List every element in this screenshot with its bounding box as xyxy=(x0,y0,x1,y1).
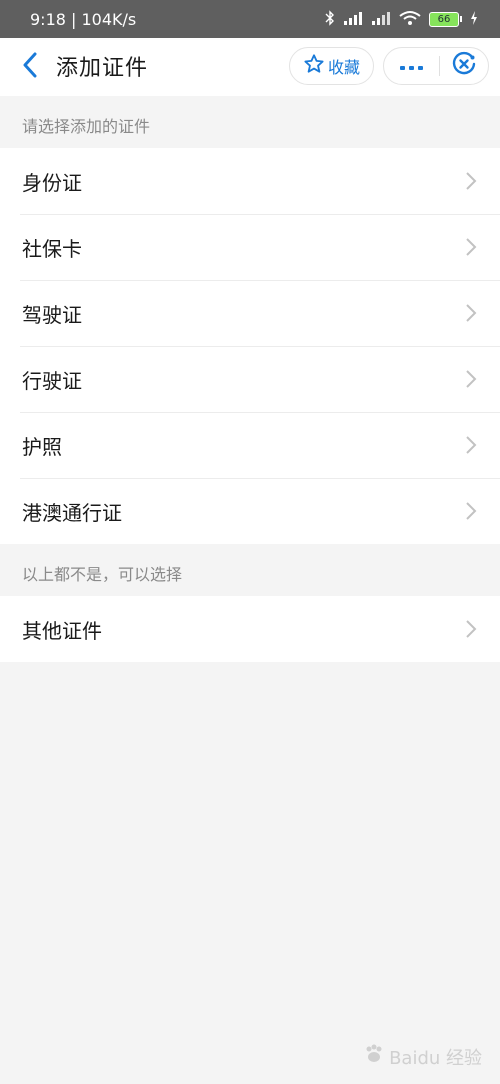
list-item-hk-macau-permit[interactable]: 港澳通行证 xyxy=(0,478,500,544)
watermark: Baidu 经验 xyxy=(363,1043,482,1070)
list-item-id-card[interactable]: 身份证 xyxy=(0,148,500,214)
list-item-other-documents[interactable]: 其他证件 xyxy=(0,596,500,662)
other-document-list: 其他证件 xyxy=(0,596,500,662)
chevron-left-icon xyxy=(22,52,38,82)
section-header-other: 以上都不是，可以选择 xyxy=(22,565,183,584)
list-item-label: 护照 xyxy=(22,434,62,459)
list-item-passport[interactable]: 护照 xyxy=(0,412,500,478)
wifi-icon xyxy=(399,10,421,29)
chevron-right-icon xyxy=(464,302,478,324)
list-item-social-security-card[interactable]: 社保卡 xyxy=(0,214,500,280)
more-button[interactable] xyxy=(384,48,439,84)
chevron-right-icon xyxy=(464,170,478,192)
status-bar: 9:18 | 104K/s 66 xyxy=(0,0,500,38)
status-time-speed: 9:18 | 104K/s xyxy=(30,9,137,29)
section-header-select: 请选择添加的证件 xyxy=(22,117,151,136)
battery-tip xyxy=(460,16,462,22)
list-item-label: 行驶证 xyxy=(22,368,82,393)
paw-icon xyxy=(363,1043,385,1070)
star-icon xyxy=(303,53,325,79)
list-item-label: 社保卡 xyxy=(22,236,82,261)
list-item-driver-license[interactable]: 驾驶证 xyxy=(0,280,500,346)
status-right: 66 xyxy=(325,9,478,29)
list-item-label: 其他证件 xyxy=(22,618,102,643)
battery-icon: 66 xyxy=(429,11,462,27)
close-button[interactable] xyxy=(440,48,488,84)
chevron-right-icon xyxy=(464,500,478,522)
favorite-label: 收藏 xyxy=(327,58,360,77)
favorite-button[interactable]: 收藏 xyxy=(289,47,374,85)
watermark-text: Baidu 经验 xyxy=(389,1047,482,1069)
list-item-label: 港澳通行证 xyxy=(22,500,122,525)
list-item-label: 身份证 xyxy=(22,170,82,195)
nav-bar: 添加证件 收藏 xyxy=(0,38,500,96)
chevron-right-icon xyxy=(464,618,478,640)
chevron-right-icon xyxy=(464,434,478,456)
chevron-right-icon xyxy=(464,368,478,390)
list-item-label: 驾驶证 xyxy=(22,302,82,327)
document-type-list: 身份证 社保卡 驾驶证 行驶证 护照 港澳通行证 xyxy=(0,148,500,544)
signal-secondary-icon xyxy=(371,10,391,29)
mini-program-capsule xyxy=(383,47,489,85)
list-item-vehicle-license[interactable]: 行驶证 xyxy=(0,346,500,412)
page-title: 添加证件 xyxy=(56,56,149,81)
back-button[interactable] xyxy=(16,51,44,83)
bluetooth-icon xyxy=(325,9,335,29)
chevron-right-icon xyxy=(464,236,478,258)
battery-level: 66 xyxy=(429,11,459,27)
status-left: 9:18 | 104K/s xyxy=(30,10,136,29)
signal-icon xyxy=(343,10,363,29)
close-circle-icon xyxy=(451,51,477,81)
more-dots-icon xyxy=(399,57,425,76)
charging-icon xyxy=(470,10,478,29)
